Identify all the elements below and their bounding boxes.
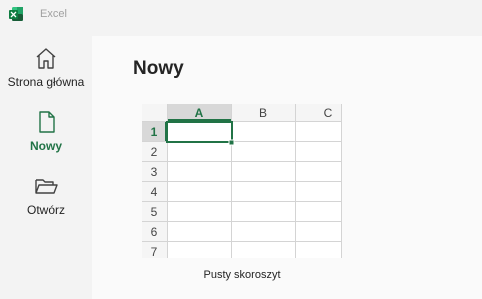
column-header: B <box>259 106 267 120</box>
row-header: 7 <box>151 245 158 258</box>
nav-item-label: Otwórz <box>26 203 65 217</box>
app-title: Excel <box>40 8 67 20</box>
nav-item-new[interactable]: Nowy <box>0 108 92 168</box>
excel-logo-icon <box>9 7 23 21</box>
new-document-icon <box>39 111 55 133</box>
left-navigation: Strona główna Nowy Otwórz <box>0 30 92 299</box>
nav-item-home[interactable]: Strona główna <box>0 44 92 104</box>
folder-open-icon <box>35 179 58 194</box>
selected-cell <box>166 121 233 143</box>
nav-item-open[interactable]: Otwórz <box>0 172 92 232</box>
main-content: Nowy A B C 1 2 3 4 5 6 7 Pusty skoroszyt <box>92 36 482 299</box>
row-header: 5 <box>151 205 158 219</box>
row-header: 4 <box>151 185 158 199</box>
page-title: Nowy <box>133 58 184 79</box>
row-header: 6 <box>151 225 158 239</box>
row-header: 2 <box>151 145 158 159</box>
column-header: C <box>324 106 333 120</box>
title-bar: Excel <box>0 0 482 30</box>
template-label: Pusty skoroszyt <box>203 269 281 281</box>
home-icon <box>36 48 56 69</box>
fill-handle <box>228 139 235 146</box>
row-header: 1 <box>151 125 158 139</box>
nav-item-label: Strona główna <box>7 75 85 89</box>
nav-item-label: Nowy <box>29 139 62 153</box>
blank-workbook-template[interactable]: A B C 1 2 3 4 5 6 7 Pusty skoroszyt <box>142 104 342 294</box>
workbook-preview: A B C 1 2 3 4 5 6 7 <box>142 104 342 258</box>
row-header: 3 <box>151 165 158 179</box>
column-header: A <box>195 106 204 120</box>
